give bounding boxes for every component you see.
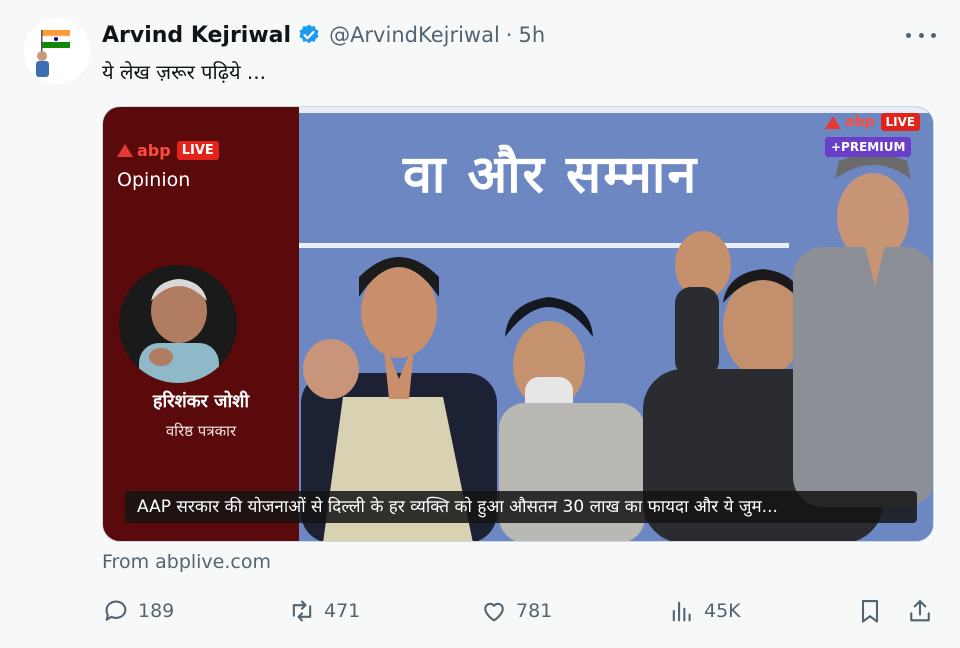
retweet-button[interactable]: 471: [288, 594, 360, 628]
link-card[interactable]: abp LIVE Opinion हरिशंकर जोशी वरिष्ठ पत्…: [102, 106, 934, 542]
like-button[interactable]: 781: [480, 594, 552, 628]
retweet-count: 471: [324, 600, 361, 622]
card-side-panel: abp LIVE Opinion हरिशंकर जोशी वरिष्ठ पत्…: [103, 107, 299, 541]
tweet-header: Arvind Kejriwal @ArvindKejriwal · 5h: [102, 20, 545, 50]
abp-logo-right: abp LIVE: [825, 113, 921, 131]
premium-badge: +PREMIUM: [825, 137, 912, 157]
card-source-link[interactable]: From abplive.com: [102, 551, 271, 573]
opinion-label: Opinion: [117, 169, 191, 191]
display-name[interactable]: Arvind Kejriwal: [102, 23, 291, 48]
abp-word: abp: [137, 141, 171, 160]
more-icon[interactable]: [906, 30, 936, 40]
abp-word: abp: [845, 114, 875, 130]
user-handle[interactable]: @ArvindKejriwal: [329, 23, 500, 47]
share-button[interactable]: [906, 594, 942, 628]
share-icon: [910, 600, 930, 622]
abp-triangle-icon: [117, 144, 133, 157]
retweet-icon: [292, 600, 312, 622]
bookmark-icon: [861, 600, 879, 623]
reply-icon: [105, 600, 127, 621]
abp-logo-left: abp LIVE: [117, 141, 219, 160]
card-caption: AAP सरकार की योजनाओं से दिल्ली के हर व्य…: [125, 491, 917, 523]
tweet-actions: 189 471 781 45K: [102, 594, 940, 628]
views-icon: [672, 601, 691, 622]
author-name: हरिशंकर जोशी: [152, 391, 250, 412]
timestamp[interactable]: 5h: [518, 23, 545, 47]
abp-triangle-icon: [825, 115, 841, 129]
views-button[interactable]: 45K: [668, 594, 741, 628]
author-title: वरिष्ठ पत्रकार: [165, 422, 237, 440]
avatar[interactable]: [24, 18, 90, 84]
live-badge: LIVE: [880, 113, 921, 131]
backdrop-banner-text: वा और सम्मान: [403, 145, 699, 205]
avatar-image: [24, 18, 90, 84]
author-portrait: [119, 265, 237, 383]
live-badge: LIVE: [176, 141, 219, 160]
verified-badge-icon: [299, 24, 319, 44]
views-count: 45K: [704, 600, 741, 622]
bookmark-button[interactable]: [856, 594, 892, 628]
tweet-text: ये लेख ज़रूर पढ़िये ...: [102, 60, 266, 84]
author-photo: [119, 265, 237, 383]
like-icon: [484, 602, 504, 622]
reply-count: 189: [138, 600, 175, 622]
reply-button[interactable]: 189: [102, 594, 174, 628]
separator-dot: ·: [505, 23, 513, 47]
like-count: 781: [516, 600, 553, 622]
